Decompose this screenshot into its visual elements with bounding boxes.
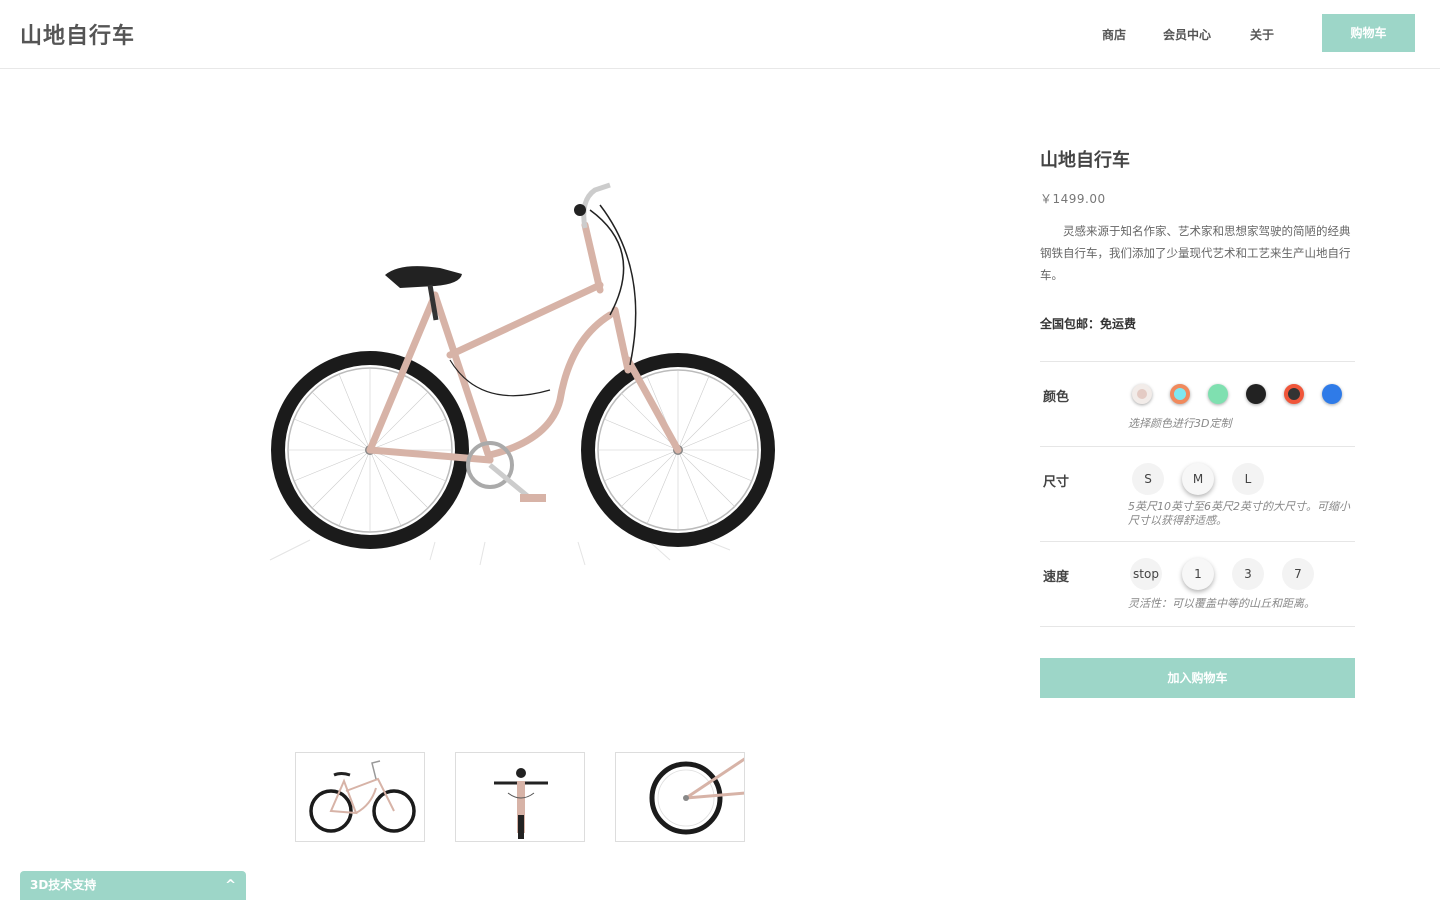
product-price: ￥1499.00 xyxy=(1040,192,1106,206)
add-to-cart-button[interactable]: 加入购物车 xyxy=(1040,658,1355,698)
size-note: 5英尺10英寸至6英尺2英寸的大尺寸。可缩小尺寸以获得舒适感。 xyxy=(1128,500,1350,527)
speed-note: 灵活性：可以覆盖中等的山丘和距离。 xyxy=(1128,597,1315,610)
divider xyxy=(1040,541,1355,542)
size-option-m[interactable]: M xyxy=(1182,463,1214,495)
color-swatch-blue[interactable] xyxy=(1322,384,1342,404)
speed-option-3[interactable]: 3 xyxy=(1232,558,1264,590)
bike-side-thumbnail-image xyxy=(309,760,416,833)
bike-wheel-thumbnail-image xyxy=(649,757,744,835)
color-swatch-red-orange[interactable] xyxy=(1284,384,1304,404)
bike-front-thumbnail-image xyxy=(494,768,548,839)
3d-support-panel-toggle[interactable]: 3D技术支持 ^ xyxy=(20,871,246,900)
speed-option-1[interactable]: 1 xyxy=(1182,558,1214,590)
thumbnail-side-view[interactable] xyxy=(295,752,425,842)
chevron-up-icon: ^ xyxy=(225,878,236,893)
color-swatch-rose-gold[interactable] xyxy=(1132,384,1152,404)
support-label: 3D技术支持 xyxy=(30,878,97,892)
product-title: 山地自行车 xyxy=(1040,150,1130,171)
color-note: 选择颜色进行3D定制 xyxy=(1128,417,1232,430)
nav-about[interactable]: 关于 xyxy=(1250,26,1274,43)
speed-option-stop[interactable]: stop xyxy=(1130,558,1162,590)
size-option-s[interactable]: S xyxy=(1132,463,1164,495)
color-swatch-coral-ring[interactable] xyxy=(1170,384,1190,404)
shipping-info: 全国包邮：免运费 xyxy=(1040,317,1137,331)
size-option-l[interactable]: L xyxy=(1232,463,1264,495)
speed-label: 速度 xyxy=(1043,570,1070,585)
thumbnail-wheel-detail[interactable] xyxy=(615,752,745,842)
thumbnail-front-view[interactable] xyxy=(455,752,585,842)
divider xyxy=(1040,361,1355,362)
divider xyxy=(1040,626,1355,627)
site-logo[interactable]: 山地自行车 xyxy=(20,18,135,50)
speed-option-7[interactable]: 7 xyxy=(1282,558,1314,590)
top-nav-bar: 山地自行车 商店 会员中心 关于 购物车 xyxy=(0,0,1440,69)
size-label: 尺寸 xyxy=(1043,475,1070,490)
product-description: 灵感来源于知名作家、艺术家和思想家驾驶的简陋的经典钢铁自行车，我们添加了少量现代… xyxy=(1040,224,1351,282)
cart-button[interactable]: 购物车 xyxy=(1322,14,1415,52)
nav-member-center[interactable]: 会员中心 xyxy=(1163,26,1211,43)
nav-shop[interactable]: 商店 xyxy=(1102,26,1126,43)
bike-3d-viewer[interactable] xyxy=(250,150,810,590)
divider xyxy=(1040,446,1355,447)
color-swatch-mint[interactable] xyxy=(1208,384,1228,404)
color-label: 颜色 xyxy=(1043,390,1070,405)
bike-image xyxy=(269,182,775,566)
color-swatch-black[interactable] xyxy=(1246,384,1266,404)
